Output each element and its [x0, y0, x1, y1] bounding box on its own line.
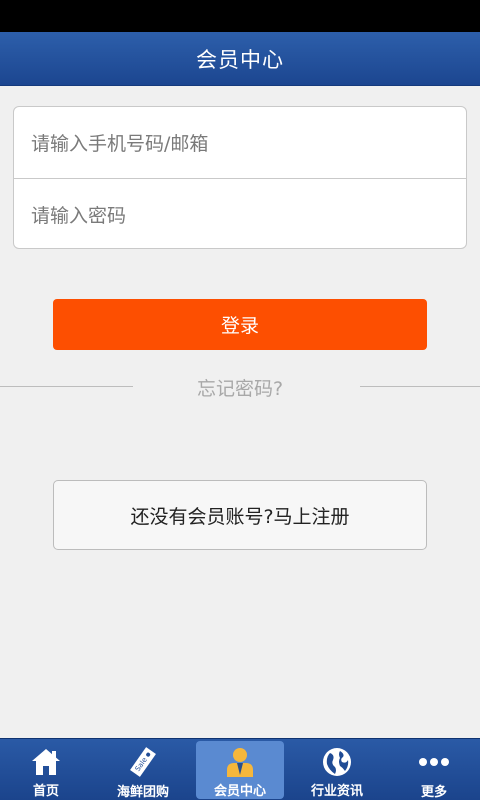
bottom-tab-bar: 首页 Sale 海鲜团购 会员中心 行业资讯 更多 [0, 738, 480, 800]
sale-tag-icon: Sale [126, 745, 160, 779]
home-icon [29, 745, 63, 778]
tab-more[interactable]: 更多 [390, 741, 478, 800]
member-icon [223, 745, 257, 778]
tab-label: 会员中心 [213, 784, 266, 799]
divider-right [360, 386, 480, 387]
tab-label: 海鲜团购 [116, 785, 169, 800]
status-bar [0, 0, 480, 32]
tab-label: 行业资讯 [310, 784, 363, 799]
login-button[interactable]: 登录 [53, 299, 427, 350]
password-input[interactable]: 请输入密码 [14, 178, 466, 249]
forgot-password-link[interactable]: 忘记密码? [140, 372, 340, 402]
globe-icon [320, 745, 354, 778]
forgot-password-row: 忘记密码? [0, 372, 480, 402]
login-card: 请输入手机号码/邮箱 请输入密码 [13, 106, 467, 249]
more-icon [417, 745, 451, 779]
tab-home[interactable]: 首页 [2, 741, 90, 799]
tab-label: 首页 [32, 784, 59, 799]
account-input[interactable]: 请输入手机号码/邮箱 [14, 107, 466, 178]
title-bar: 会员中心 [0, 32, 480, 86]
register-button[interactable]: 还没有会员账号?马上注册 [53, 480, 427, 550]
divider-left [0, 386, 133, 387]
tab-seafood-group-buy[interactable]: Sale 海鲜团购 [99, 741, 187, 800]
tab-industry-news[interactable]: 行业资讯 [293, 741, 381, 799]
tab-member-center[interactable]: 会员中心 [196, 741, 284, 799]
page-title: 会员中心 [196, 47, 284, 72]
tab-label: 更多 [420, 785, 447, 800]
